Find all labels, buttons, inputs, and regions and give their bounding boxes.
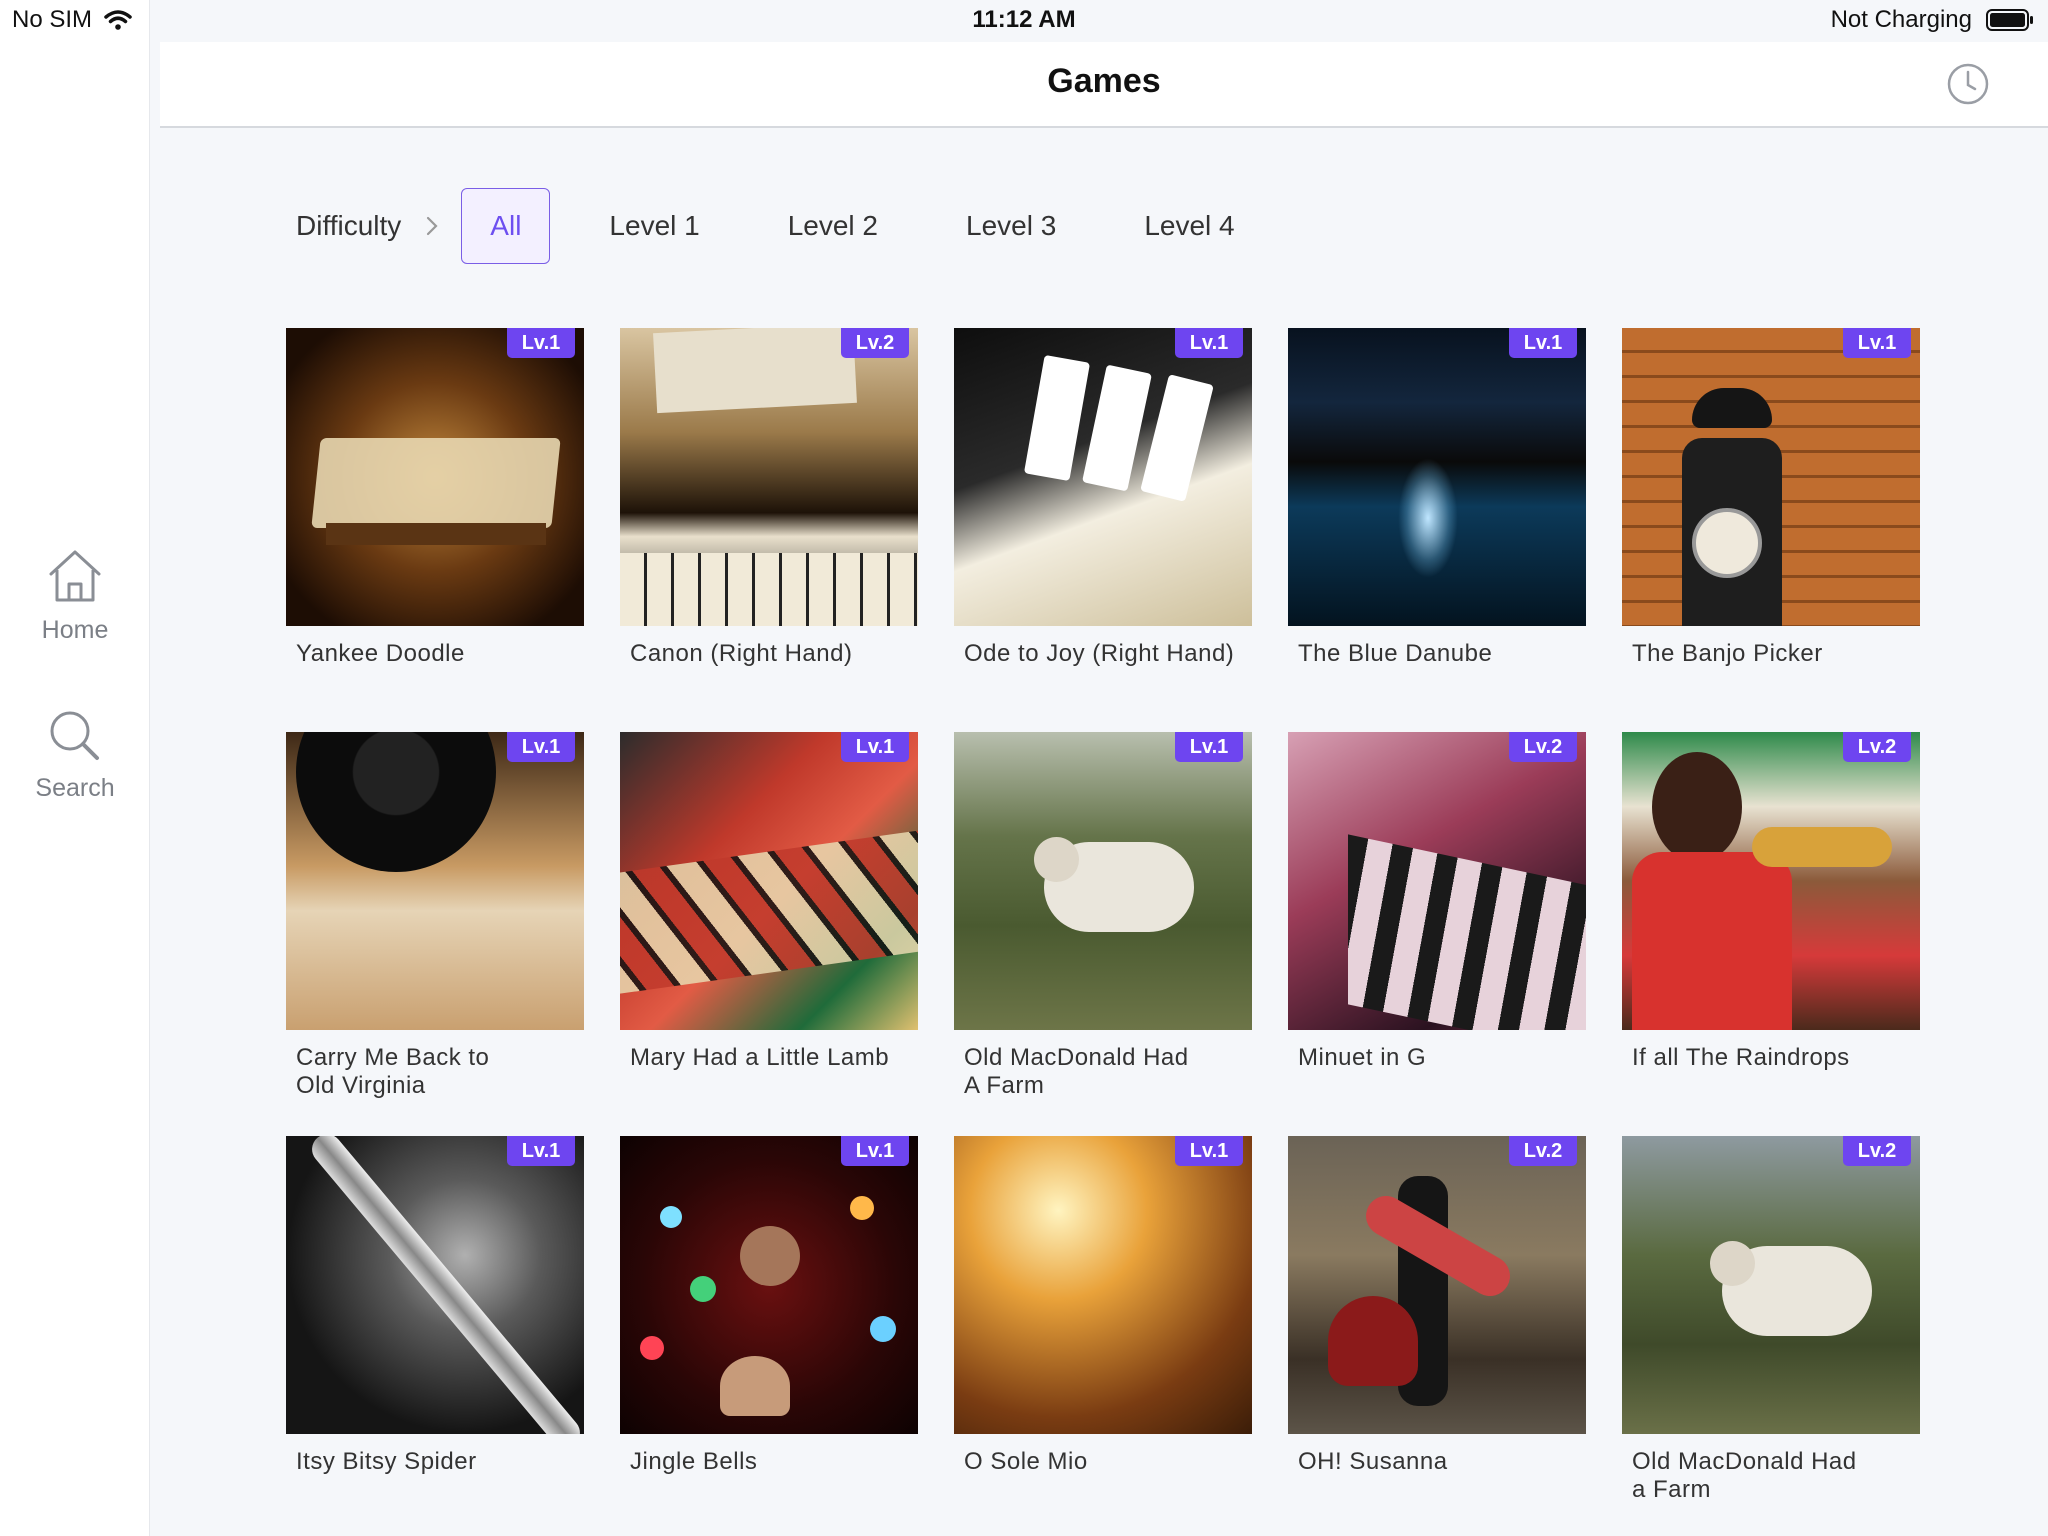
level-badge: Lv.1 <box>507 328 575 358</box>
status-bar: No SIM 11:12 AM Not Charging <box>0 0 2048 42</box>
song-title: Mary Had a Little Lamb <box>630 1044 890 1071</box>
level-badge: Lv.2 <box>1509 732 1577 762</box>
level-badge: Lv.1 <box>841 1136 909 1166</box>
song-title: Carry Me Back to Old Virginia <box>296 1044 490 1099</box>
song-card[interactable]: Lv.1 Itsy Bitsy Spider <box>286 1136 584 1476</box>
song-card[interactable]: Lv.2 Minuet in G <box>1288 732 1586 1072</box>
song-thumbnail: Lv.2 <box>1288 1136 1586 1434</box>
song-thumbnail: Lv.1 <box>286 328 584 626</box>
search-icon <box>50 711 99 760</box>
song-thumbnail: Lv.1 <box>620 1136 918 1434</box>
level-badge: Lv.1 <box>1175 328 1243 358</box>
song-title: Old MacDonald Had A Farm <box>964 1044 1189 1099</box>
song-thumbnail: Lv.1 <box>1622 328 1920 626</box>
song-thumbnail: Lv.1 <box>286 732 584 1030</box>
tab-all[interactable]: All <box>461 188 551 264</box>
difficulty-filter-bar: Difficulty All Level 1 Level 2 Level 3 L… <box>296 188 1294 264</box>
song-thumbnail: Lv.1 <box>954 732 1252 1030</box>
level-badge: Lv.1 <box>1175 1136 1243 1166</box>
history-button[interactable] <box>1946 62 1990 106</box>
status-time: 11:12 AM <box>972 6 1076 33</box>
song-thumbnail: Lv.1 <box>954 328 1252 626</box>
page-title: Games <box>1047 62 1161 100</box>
level-badge: Lv.1 <box>1175 732 1243 762</box>
song-title: Ode to Joy (Right Hand) <box>964 640 1235 667</box>
song-card[interactable]: Lv.1 Carry Me Back to Old Virginia <box>286 732 584 1100</box>
level-badge: Lv.1 <box>841 732 909 762</box>
song-thumbnail: Lv.1 <box>286 1136 584 1434</box>
song-card[interactable]: Lv.2 OH! Susanna <box>1288 1136 1586 1476</box>
song-thumbnail: Lv.1 <box>1288 328 1586 626</box>
navigation-header: Games <box>160 42 2048 128</box>
song-card[interactable]: Lv.1 Ode to Joy (Right Hand) <box>954 328 1252 668</box>
song-card[interactable]: Lv.1 The Blue Danube <box>1288 328 1586 668</box>
song-title: OH! Susanna <box>1298 1448 1448 1475</box>
song-thumbnail: Lv.2 <box>1622 1136 1920 1434</box>
level-badge: Lv.1 <box>1843 328 1911 358</box>
song-thumbnail: Lv.1 <box>620 732 918 1030</box>
battery-status-text: Not Charging <box>1830 6 1972 33</box>
home-icon <box>49 550 101 602</box>
sidebar: Home Search <box>0 0 150 1536</box>
song-card[interactable]: Lv.1 Old MacDonald Had A Farm <box>954 732 1252 1100</box>
song-thumbnail: Lv.2 <box>1288 732 1586 1030</box>
song-title: Old MacDonald Had a Farm <box>1632 1448 1857 1503</box>
song-thumbnail: Lv.2 <box>620 328 918 626</box>
tab-level-2[interactable]: Level 2 <box>759 188 907 264</box>
level-badge: Lv.2 <box>841 328 909 358</box>
song-card[interactable]: Lv.2 Old MacDonald Had a Farm <box>1622 1136 1920 1504</box>
tab-level-1[interactable]: Level 1 <box>580 188 728 264</box>
tab-level-4[interactable]: Level 4 <box>1115 188 1263 264</box>
song-title: The Blue Danube <box>1298 640 1493 667</box>
song-title: If all The Raindrops <box>1632 1044 1850 1071</box>
clock-icon <box>1947 63 1989 105</box>
sidebar-item-search[interactable]: Search <box>0 706 150 803</box>
song-card[interactable]: Lv.1 Mary Had a Little Lamb <box>620 732 918 1072</box>
song-title: The Banjo Picker <box>1632 640 1823 667</box>
tab-level-3[interactable]: Level 3 <box>937 188 1085 264</box>
level-badge: Lv.1 <box>1509 328 1577 358</box>
song-title: Canon (Right Hand) <box>630 640 853 667</box>
level-badge: Lv.2 <box>1509 1136 1577 1166</box>
song-card[interactable]: Lv.1 O Sole Mio <box>954 1136 1252 1476</box>
song-thumbnail: Lv.2 <box>1622 732 1920 1030</box>
song-title: Yankee Doodle <box>296 640 465 667</box>
level-badge: Lv.1 <box>507 1136 575 1166</box>
song-title: Itsy Bitsy Spider <box>296 1448 477 1475</box>
battery-icon <box>1986 9 2033 31</box>
app-root: Home Search Games No SIM 11:12 AM Not Ch… <box>0 0 2048 1536</box>
chevron-right-icon <box>425 215 439 237</box>
level-badge: Lv.1 <box>507 732 575 762</box>
song-card[interactable]: Lv.2 Canon (Right Hand) <box>620 328 918 668</box>
level-badge: Lv.2 <box>1843 1136 1911 1166</box>
song-card[interactable]: Lv.1 Yankee Doodle <box>286 328 584 668</box>
song-title: Jingle Bells <box>630 1448 758 1475</box>
song-title: O Sole Mio <box>964 1448 1088 1475</box>
song-card[interactable]: Lv.1 The Banjo Picker <box>1622 328 1920 668</box>
difficulty-label: Difficulty <box>296 210 402 241</box>
sidebar-item-label: Search <box>35 774 115 802</box>
song-card[interactable]: Lv.1 Jingle Bells <box>620 1136 918 1476</box>
song-title: Minuet in G <box>1298 1044 1427 1071</box>
level-badge: Lv.2 <box>1843 732 1911 762</box>
song-card[interactable]: Lv.2 If all The Raindrops <box>1622 732 1920 1072</box>
sidebar-item-label: Home <box>41 616 109 644</box>
sidebar-item-home[interactable]: Home <box>0 544 150 645</box>
song-thumbnail: Lv.1 <box>954 1136 1252 1434</box>
